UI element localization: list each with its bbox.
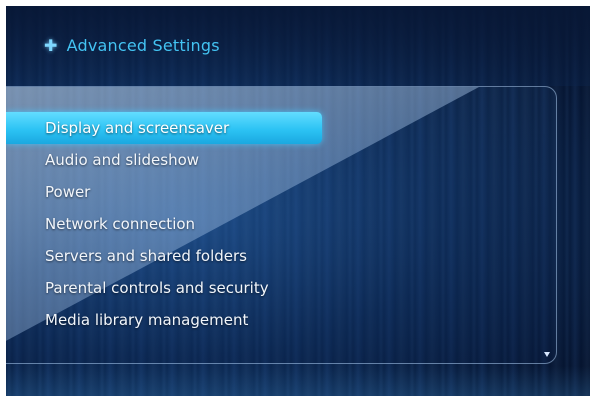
menu-item-audio-and-slideshow[interactable]: Audio and slideshow xyxy=(6,144,556,176)
settings-menu-panel: Display and screensaver Audio and slides… xyxy=(6,86,557,364)
settings-screen: ✚ Advanced Settings Display and screensa… xyxy=(6,6,590,396)
page-title: Advanced Settings xyxy=(66,36,220,55)
menu-item-parental-controls-and-security[interactable]: Parental controls and security xyxy=(6,272,556,304)
bottom-glow xyxy=(6,366,590,396)
scroll-down-icon[interactable] xyxy=(544,352,550,357)
menu-item-display-and-screensaver[interactable]: Display and screensaver xyxy=(6,112,322,144)
plus-icon: ✚ xyxy=(44,36,58,55)
menu-item-media-library-management[interactable]: Media library management xyxy=(6,304,556,336)
menu-item-servers-and-shared-folders[interactable]: Servers and shared folders xyxy=(6,240,556,272)
menu-item-power[interactable]: Power xyxy=(6,176,556,208)
menu-item-network-connection[interactable]: Network connection xyxy=(6,208,556,240)
settings-menu: Display and screensaver Audio and slides… xyxy=(6,112,556,336)
header-bar: ✚ Advanced Settings xyxy=(6,6,590,86)
page-title-row: ✚ Advanced Settings xyxy=(44,36,220,55)
